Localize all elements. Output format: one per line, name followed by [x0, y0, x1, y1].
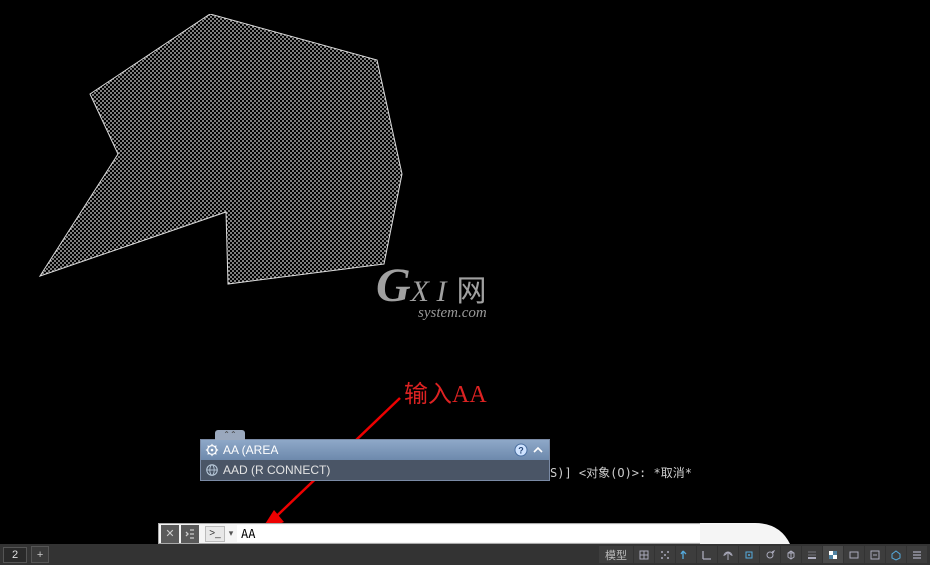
3dosnap-icon[interactable] — [781, 546, 801, 563]
menu-icon[interactable] — [907, 546, 927, 563]
close-icon[interactable]: ✕ — [161, 525, 179, 543]
autocomplete-item-selected[interactable]: AA (AREA ? — [201, 440, 549, 460]
help-icon[interactable]: ? — [514, 443, 528, 457]
watermark-mid: X I — [411, 275, 447, 308]
svg-text:?: ? — [518, 446, 524, 456]
customize-icon[interactable] — [181, 525, 199, 543]
qp-icon[interactable] — [844, 546, 864, 563]
units-icon[interactable] — [865, 546, 885, 563]
limit-icon[interactable] — [676, 546, 696, 563]
layout-tab[interactable]: 2 — [3, 547, 27, 563]
add-layout-button[interactable]: + — [31, 546, 49, 563]
watermark-sub: system.com — [418, 305, 487, 322]
model-button[interactable]: 模型 — [599, 546, 633, 563]
prompt-icon[interactable]: >_ — [205, 526, 225, 542]
command-bar-tail — [700, 523, 790, 544]
workspace-icon[interactable] — [886, 546, 906, 563]
status-bar: 2 + 模型 — [0, 544, 930, 565]
command-log-text: S)] <对象(O)>: *取消* — [550, 464, 692, 481]
command-input[interactable] — [237, 525, 715, 542]
autocomplete-popup: ⌃⌃ AA (AREA ? AAD (R CONNECT) — [200, 439, 550, 481]
polar-icon[interactable] — [718, 546, 738, 563]
ortho-icon[interactable] — [697, 546, 717, 563]
command-line-bar: ✕ >_ ▾ — [158, 523, 716, 544]
gear-icon — [205, 443, 219, 457]
drawing-canvas[interactable]: G X I 网 system.com 输入AA ⌃⌃ AA (AREA ? — [0, 0, 930, 523]
annotation-label: 输入AA — [404, 374, 487, 409]
cycle-icon[interactable] — [760, 546, 780, 563]
transparency-icon[interactable] — [823, 546, 843, 563]
chevron-up-icon[interactable] — [531, 443, 545, 457]
autocomplete-item-label: AAD (R CONNECT) — [223, 463, 330, 477]
autocomplete-item-label: AA (AREA — [223, 443, 278, 457]
autocomplete-item[interactable]: AAD (R CONNECT) — [201, 460, 549, 480]
lineweight-icon[interactable] — [802, 546, 822, 563]
watermark-cn: 网 — [457, 275, 487, 308]
watermark-big: G — [376, 258, 411, 313]
grid-icon[interactable] — [634, 546, 654, 563]
snap-icon[interactable] — [655, 546, 675, 563]
hatched-polygon — [32, 14, 412, 294]
watermark: G X I 网 system.com — [376, 258, 487, 322]
globe-icon — [205, 463, 219, 477]
chevron-down-icon[interactable]: ▾ — [225, 528, 237, 539]
autocomplete-handle[interactable]: ⌃⌃ — [215, 430, 245, 440]
osnap-icon[interactable] — [739, 546, 759, 563]
